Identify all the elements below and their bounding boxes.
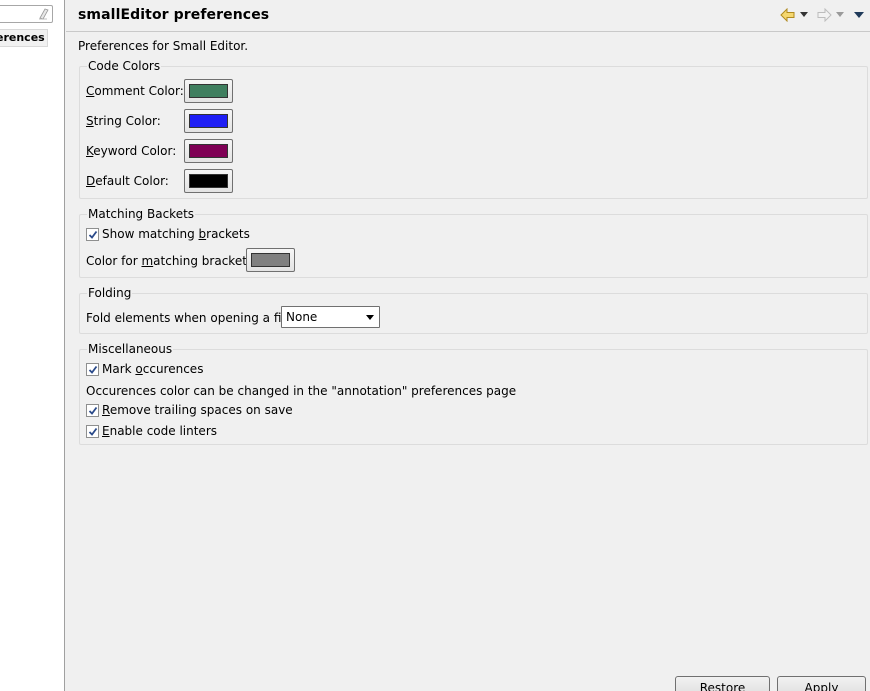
- group-title: Matching Backets: [87, 207, 196, 221]
- default-color-button[interactable]: [184, 169, 233, 193]
- page-header: smallEditor preferences: [66, 0, 870, 32]
- matching-brackets-color-button[interactable]: [246, 248, 295, 272]
- fold-elements-value: None: [286, 310, 318, 324]
- enable-code-linters-checkbox[interactable]: [86, 424, 99, 438]
- code-colors-group: Code Colors Comment Color: String Color:…: [79, 59, 868, 199]
- fold-elements-select[interactable]: None: [281, 306, 380, 328]
- checkmark-icon: [88, 230, 98, 239]
- color-swatch: [189, 144, 228, 158]
- fold-elements-label: Fold elements when opening a file :: [86, 311, 300, 325]
- enable-code-linters-label: Enable code linters: [102, 424, 218, 438]
- group-title: Code Colors: [87, 59, 162, 73]
- history-nav: [780, 8, 864, 22]
- checkmark-icon: [88, 427, 98, 436]
- remove-trailing-spaces-label: Remove trailing spaces on save: [102, 403, 293, 417]
- color-swatch: [189, 114, 228, 128]
- view-menu-icon[interactable]: [854, 11, 864, 19]
- comment-color-button[interactable]: [184, 79, 233, 103]
- mark-occurences-option[interactable]: Mark occurences: [86, 362, 203, 376]
- default-color-label: Default Color:: [86, 174, 169, 188]
- tree-item-label: erences: [0, 31, 45, 44]
- clear-filter-icon[interactable]: [37, 7, 49, 20]
- string-color-label: String Color:: [86, 114, 161, 128]
- chevron-down-icon: [366, 315, 374, 320]
- page-title: smallEditor preferences: [78, 7, 270, 23]
- show-matching-brackets-checkbox[interactable]: [86, 227, 99, 241]
- back-arrow-icon[interactable]: [780, 8, 796, 22]
- color-swatch: [251, 253, 290, 267]
- restore-defaults-button[interactable]: Restore Defaults: [675, 676, 770, 691]
- back-dropdown-icon[interactable]: [800, 12, 808, 18]
- matching-brackets-group: Matching Backets Show matching brackets …: [79, 207, 868, 278]
- checkmark-icon: [88, 365, 98, 374]
- group-title: Folding: [87, 286, 133, 300]
- enable-code-linters-option[interactable]: Enable code linters: [86, 424, 217, 438]
- page-description: Preferences for Small Editor.: [78, 39, 249, 53]
- color-swatch: [189, 174, 228, 188]
- forward-dropdown-icon[interactable]: [836, 12, 844, 18]
- color-swatch: [189, 84, 228, 98]
- remove-trailing-spaces-option[interactable]: Remove trailing spaces on save: [86, 403, 293, 417]
- filter-input[interactable]: [0, 5, 53, 23]
- mark-occurences-checkbox[interactable]: [86, 362, 99, 376]
- group-title: Miscellaneous: [87, 342, 174, 356]
- occurences-note: Occurences color can be changed in the "…: [86, 384, 517, 398]
- miscellaneous-group: Miscellaneous Mark occurences Occurences…: [79, 342, 868, 445]
- forward-arrow-icon[interactable]: [816, 8, 832, 22]
- remove-trailing-spaces-checkbox[interactable]: [86, 403, 99, 417]
- show-matching-brackets-label: Show matching brackets: [102, 227, 250, 241]
- keyword-color-label: Keyword Color:: [86, 144, 177, 158]
- matching-brackets-color-label: Color for matching brackets:: [86, 254, 258, 268]
- show-matching-brackets-option[interactable]: Show matching brackets: [86, 227, 250, 241]
- mark-occurences-label: Mark occurences: [102, 362, 204, 376]
- keyword-color-button[interactable]: [184, 139, 233, 163]
- comment-color-label: Comment Color:: [86, 84, 184, 98]
- checkmark-icon: [88, 406, 98, 415]
- folding-group: Folding Fold elements when opening a fil…: [79, 286, 868, 334]
- apply-button[interactable]: Apply: [777, 676, 866, 691]
- string-color-button[interactable]: [184, 109, 233, 133]
- preferences-tree-panel: erences: [0, 0, 65, 691]
- tree-item-preferences[interactable]: erences: [0, 29, 48, 47]
